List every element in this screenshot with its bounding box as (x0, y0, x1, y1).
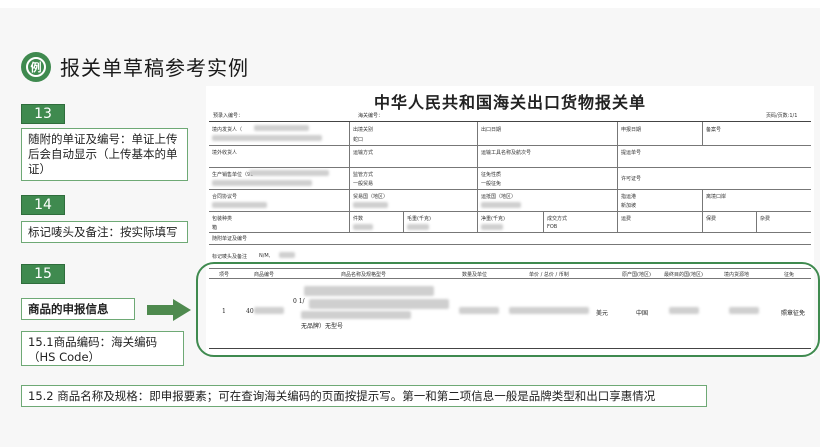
field-exemption-nature: 征免性质 (481, 172, 502, 178)
pre-entry-number-label: 预录入编号： (213, 113, 244, 119)
top-bar (0, 0, 820, 8)
value-exit-port: 蛇口 (353, 137, 364, 143)
item-13-badge: 13 (21, 104, 65, 124)
item-15-2-note: 15.2 商品名称及规格：即申报要素；可在查询海关编码的页面按提示写。第一和第二… (21, 385, 707, 407)
field-supervision-mode: 监管方式 (353, 172, 374, 178)
col-divider (477, 122, 478, 232)
col-divider (543, 211, 544, 232)
value-package: 箱 (212, 225, 218, 231)
field-domestic-shipper: 境内发货人（ (212, 127, 243, 133)
redacted-destination (481, 202, 521, 208)
field-destination-country: 运抵国（地区） (481, 194, 517, 200)
row-divider (209, 244, 811, 245)
row-divider (209, 211, 811, 212)
item-13-note: 随附的单证及编号：单证上传后会自动显示（上传基本的单证） (21, 128, 188, 181)
arrow-right-icon (147, 299, 191, 321)
redacted-net-weight (481, 224, 503, 230)
item-15-badge: 15 (21, 264, 65, 284)
field-package-type: 包装种类 (212, 216, 233, 222)
field-record-no: 备案号 (706, 127, 722, 133)
document-title: 中华人民共和国海关出口货物报关单 (373, 93, 646, 112)
value-marks: N/M, (259, 253, 271, 259)
customs-number-label: 海关编号： (358, 113, 384, 119)
value-dest-port: 新加坡 (621, 203, 637, 209)
field-net-weight: 净重(千克) (481, 216, 505, 222)
row-divider (209, 145, 811, 146)
field-export-date: 出口日期 (481, 127, 502, 133)
redacted-contract (212, 202, 267, 208)
field-overseas-consignee: 境外收货人 (212, 150, 238, 156)
redacted-trade-country (353, 202, 388, 208)
field-freight: 运费 (621, 216, 632, 222)
row-divider (209, 189, 811, 190)
page-title: 报关单草稿参考实例 (60, 56, 249, 80)
field-trade-term: 成交方式 (547, 216, 568, 222)
field-marks: 标记唛头及备注 (212, 254, 248, 260)
redacted-marks (279, 252, 295, 258)
field-gross-weight: 毛重(千克) (407, 216, 431, 222)
row-divider (209, 167, 811, 168)
field-bill-of-lading: 提运单号 (621, 150, 642, 156)
col-divider (349, 122, 350, 232)
item-15-label: 商品的申报信息 (21, 298, 135, 320)
example-icon: 例 (21, 52, 51, 82)
field-exit-customs: 出境关别 (353, 127, 374, 133)
col-divider (403, 211, 404, 232)
field-producer: 生产销售单位（91 (212, 172, 254, 178)
item-15-1-note: 15.1商品编码：海关编码（HS Code） (21, 331, 184, 366)
field-attached-docs: 随附单证及编号 (212, 236, 248, 242)
value-supervision: 一般贸易 (353, 181, 374, 187)
redacted-producer-line2 (212, 180, 312, 186)
logo-text: 例 (26, 57, 46, 77)
redacted-shipper (254, 125, 309, 131)
item-14-badge: 14 (21, 195, 65, 215)
row-divider (209, 232, 811, 233)
item-14-note: 标记唛头及备注：按实际填写 (21, 221, 188, 243)
field-misc: 杂费 (760, 216, 771, 222)
field-trade-country: 贸易国（地区） (353, 194, 389, 200)
redacted-producer (249, 170, 329, 176)
col-divider (617, 122, 618, 232)
redacted-shipper-line2 (212, 135, 322, 141)
field-insurance: 保费 (706, 216, 717, 222)
value-exemption: 一般征免 (481, 181, 502, 187)
field-transport-mode: 运输方式 (353, 150, 374, 156)
field-dest-port: 指运港 (621, 194, 637, 200)
redacted-gross-weight (407, 224, 429, 230)
field-vessel: 运输工具名称及航次号 (481, 150, 532, 156)
field-contract-no: 合同协议号 (212, 194, 238, 200)
field-license-no: 许可证号 (621, 176, 642, 182)
field-departure-port: 离境口岸 (706, 194, 727, 200)
field-pieces: 件数 (353, 216, 364, 222)
highlight-outline (196, 262, 820, 357)
redacted-pieces (353, 224, 373, 230)
col-divider (702, 122, 703, 145)
col-divider (702, 189, 703, 232)
value-trade-term: FOB (547, 224, 558, 230)
field-declare-date: 申报日期 (621, 127, 642, 133)
page-info: 页码/页数:1/1 (766, 113, 798, 119)
col-divider (756, 211, 757, 232)
